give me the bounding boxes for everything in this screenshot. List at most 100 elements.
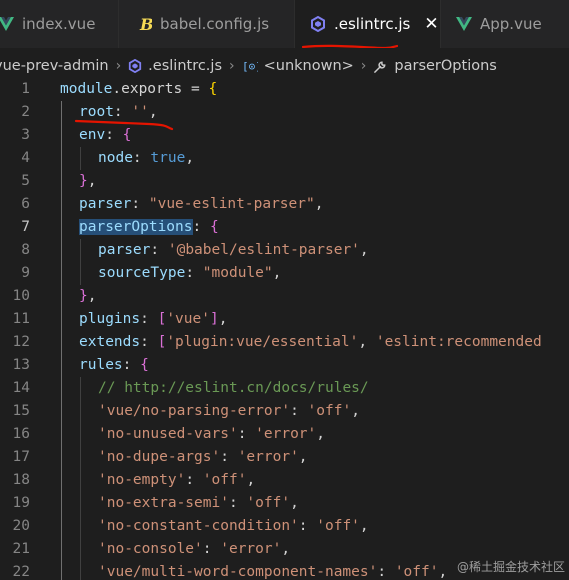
code-line[interactable]: 19 'no-extra-semi': 'off', xyxy=(0,492,569,515)
code-token: : xyxy=(132,150,151,166)
code-text: }, xyxy=(79,285,96,308)
code-token: { xyxy=(209,219,219,235)
babel-icon: B xyxy=(139,16,152,32)
line-number: 13 xyxy=(12,357,30,373)
svg-text:[⊙]: [⊙] xyxy=(242,60,258,73)
breadcrumb-file[interactable]: .eslintrc.js xyxy=(148,58,222,74)
line-number: 6 xyxy=(21,196,30,212)
code-token: true xyxy=(150,150,186,166)
code-text: 'no-constant-condition': 'off', xyxy=(98,515,369,538)
breadcrumb-symbol[interactable]: <unknown> xyxy=(264,58,354,74)
code-line[interactable]: 18 'no-empty': 'off', xyxy=(0,469,569,492)
line-number: 10 xyxy=(12,288,30,304)
symbol-object-icon: [⊙] xyxy=(242,59,258,73)
code-token: module xyxy=(60,81,113,97)
code-line[interactable]: 12 extends: ['plugin:vue/essential', 'esl… xyxy=(0,331,569,354)
code-line[interactable]: 15 'vue/no-parsing-error': 'off', xyxy=(0,400,569,423)
code-token: 'off' xyxy=(246,495,291,511)
code-token: , xyxy=(272,265,282,281)
code-token: 'plugin:vue/essential' xyxy=(166,334,359,350)
code-text: parserOptions: { xyxy=(79,216,219,239)
code-editor[interactable]: 1 module.exports = {2 root: '', 3 env: {4 nod… xyxy=(0,78,569,580)
line-number: 15 xyxy=(12,403,30,419)
tab-index-vue[interactable]: index.vue xyxy=(0,0,118,48)
chevron-right-icon: › xyxy=(229,58,235,74)
code-token: '@babel/eslint-parser' xyxy=(167,242,360,258)
code-line[interactable]: 11 plugins: ['vue'], xyxy=(0,308,569,331)
code-token: : xyxy=(220,449,238,465)
close-icon[interactable]: ✕ xyxy=(424,14,438,34)
code-token: 'vue/multi-word-component-names' xyxy=(98,564,378,580)
code-text: }, xyxy=(79,170,96,193)
code-token: , xyxy=(359,518,369,534)
tab-eslintrc[interactable]: .eslintrc.js ✕ xyxy=(295,0,440,48)
code-text: module.exports = { xyxy=(60,78,217,101)
code-token: : xyxy=(202,541,221,557)
eslint-icon xyxy=(310,16,326,32)
code-token: parser xyxy=(98,242,151,258)
breadcrumb: vue-prev-admin › .eslintrc.js › [⊙] <unk… xyxy=(0,55,497,77)
code-text: 'no-unused-vars': 'error', xyxy=(98,423,325,446)
code-line[interactable]: 1 module.exports = { xyxy=(0,78,569,101)
code-token: .exports xyxy=(112,81,183,97)
code-line[interactable]: 8 parser: '@babel/eslint-parser', xyxy=(0,239,569,262)
code-token: 'error' xyxy=(220,541,282,557)
code-token: rules xyxy=(79,357,123,373)
red-annotation-underline xyxy=(302,44,398,48)
code-token: , xyxy=(359,242,369,258)
tab-babel-config[interactable]: B babel.config.js xyxy=(119,0,294,48)
indent-guide xyxy=(80,377,81,580)
tab-label: App.vue xyxy=(480,15,542,33)
code-text: // http://eslint.cn/docs/rules/ xyxy=(98,377,369,400)
code-token: plugins xyxy=(79,311,141,327)
code-token: , xyxy=(218,311,228,327)
code-line[interactable]: 9 sourceType: "module", xyxy=(0,262,569,285)
code-token: http://eslint.cn/docs/rules/ xyxy=(124,380,369,396)
code-token: 'no-console' xyxy=(98,541,203,557)
chevron-right-icon: › xyxy=(360,58,367,74)
code-token: : xyxy=(140,311,158,327)
code-line[interactable]: 5}, xyxy=(0,170,569,193)
code-token: , xyxy=(314,196,324,212)
line-number: 20 xyxy=(12,518,30,534)
code-token: } xyxy=(79,173,88,189)
breadcrumb-project[interactable]: vue-prev-admin xyxy=(0,58,109,74)
code-token: : xyxy=(122,357,141,373)
code-token: , xyxy=(246,472,256,488)
code-token: 'no-empty' xyxy=(98,472,186,488)
code-token: parserOptions xyxy=(79,219,193,235)
line-number: 12 xyxy=(12,334,30,350)
code-token: { xyxy=(208,81,218,97)
tab-label: .eslintrc.js xyxy=(334,15,411,33)
code-token: 'no-dupe-args' xyxy=(98,449,221,465)
breadcrumb-property[interactable]: parserOptions xyxy=(394,58,496,74)
chevron-right-icon: › xyxy=(115,58,122,74)
code-line[interactable]: 13 rules: { xyxy=(0,354,569,377)
line-number: 11 xyxy=(12,311,30,327)
tab-label: babel.config.js xyxy=(160,15,270,33)
code-line[interactable]: 7 parserOptions: { xyxy=(0,216,569,239)
code-line[interactable]: 10}, xyxy=(0,285,569,308)
tab-app-vue[interactable]: App.vue xyxy=(441,0,569,48)
code-token: 'off' xyxy=(316,518,360,534)
line-number: 19 xyxy=(12,495,30,511)
code-token: : xyxy=(237,426,256,442)
line-number: 4 xyxy=(21,150,30,166)
code-token: : xyxy=(192,219,210,235)
code-line[interactable]: 17 'no-dupe-args': 'error', xyxy=(0,446,569,469)
code-token: : xyxy=(290,403,308,419)
code-text: parser: "vue-eslint-parser", xyxy=(79,193,323,216)
code-line[interactable]: 20 'no-constant-condition': 'off', xyxy=(0,515,569,538)
code-token: 'no-unused-vars' xyxy=(98,426,238,442)
code-token: : xyxy=(377,564,395,580)
eslint-icon xyxy=(128,59,142,73)
code-line[interactable]: 4 node: true, xyxy=(0,147,569,170)
line-number: 3 xyxy=(21,127,30,143)
code-line[interactable]: 6 parser: "vue-eslint-parser", xyxy=(0,193,569,216)
code-line[interactable]: 16 'no-unused-vars': 'error', xyxy=(0,423,569,446)
code-token: , xyxy=(87,288,97,304)
code-token: : xyxy=(140,334,158,350)
code-line[interactable]: 14 // http://eslint.cn/docs/rules/ xyxy=(0,377,569,400)
wrench-icon xyxy=(373,59,388,74)
code-token: 'vue/no-parsing-error' xyxy=(98,403,291,419)
